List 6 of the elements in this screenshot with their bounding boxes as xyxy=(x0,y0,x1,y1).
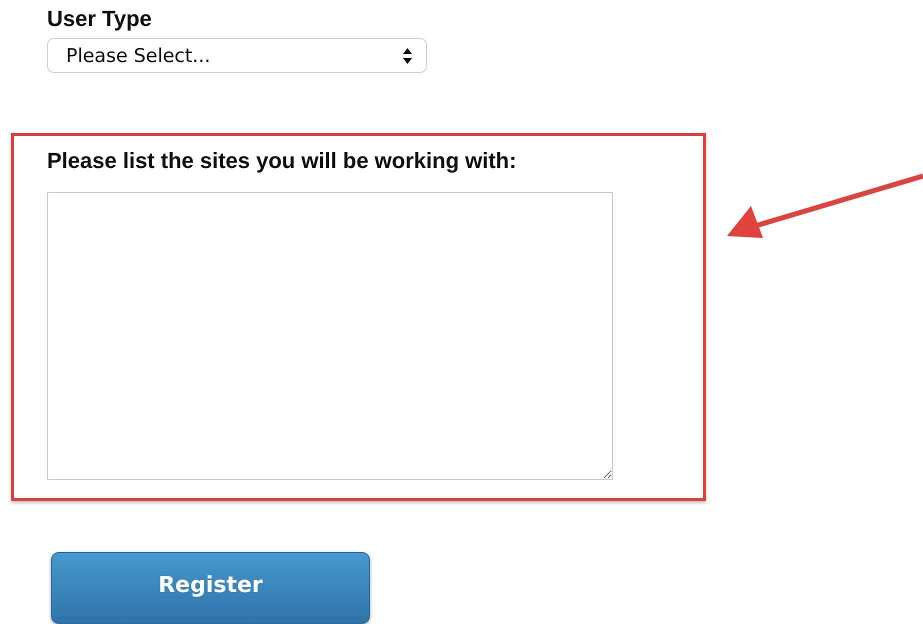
field-label: Please list the sites you will be working with: xyxy=(47,148,518,174)
sites-textarea[interactable] xyxy=(47,192,613,480)
user-type-select[interactable]: Please Select... xyxy=(47,38,427,73)
field-label: User Type xyxy=(47,6,153,32)
register-button[interactable]: Register xyxy=(51,552,370,624)
sort-arrows-icon xyxy=(403,48,412,64)
